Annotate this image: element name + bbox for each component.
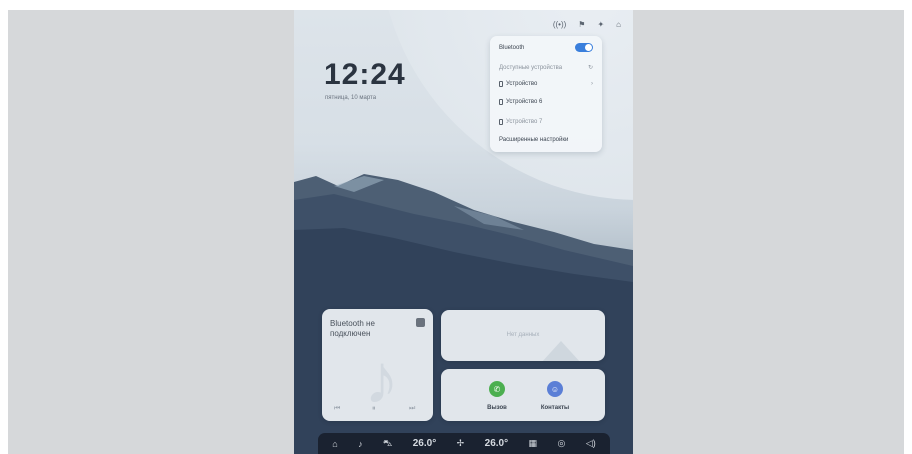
contacts-button[interactable]: ☺ Контакты (525, 381, 585, 411)
device-name: Устройство 6 (506, 99, 543, 105)
contacts-label: Контакты (540, 405, 570, 411)
phone-icon (499, 119, 503, 125)
flag-icon[interactable]: ⚑ (578, 20, 585, 29)
tablet-screen: ((•)) ⚑ ✦ ⌂ 12:24 пятница, 10 марта Blue… (294, 10, 633, 454)
settings-icon[interactable]: ✦ (597, 20, 604, 29)
car-icon[interactable]: ⛍ (383, 438, 392, 450)
fan-icon[interactable]: ✢ (457, 438, 465, 449)
phone-card: ✆ Вызов ☺ Контакты (441, 369, 605, 421)
profile-icon[interactable]: ⌂ (616, 20, 621, 29)
wifi-icon[interactable]: ((•)) (553, 20, 566, 29)
navigation-card[interactable]: Нет данных (441, 310, 605, 361)
music-icon[interactable]: ♪ (358, 439, 363, 449)
bluetooth-toggle[interactable] (575, 43, 593, 52)
bluetooth-panel: Bluetooth Доступные устройства ↻ Устройс… (490, 36, 602, 152)
call-button[interactable]: ✆ Вызов (467, 381, 527, 411)
media-title: Bluetooth не подключен (330, 319, 375, 338)
next-icon[interactable]: ⏭ (409, 405, 415, 413)
grid-icon[interactable]: ▦ (529, 438, 538, 449)
device-item[interactable]: Устройство 6 (499, 99, 542, 105)
bottom-dock: ⌂ ♪ ⛍ 26.0° ✢ 26.0° ▦ ◎ ◁) (318, 433, 610, 454)
call-label: Вызов (487, 405, 507, 411)
chevron-right-icon: › (591, 81, 593, 87)
volume-icon[interactable]: ◁) (586, 438, 596, 449)
previous-icon[interactable]: ⏮ (334, 405, 340, 413)
placeholder-graphic (541, 341, 581, 361)
bluetooth-title: Bluetooth (499, 44, 525, 51)
steering-icon[interactable]: ◎ (558, 438, 566, 449)
refresh-icon[interactable]: ↻ (588, 64, 593, 71)
settings-icon[interactable] (416, 318, 425, 327)
clock-time: 12:24 (324, 58, 406, 91)
media-card[interactable]: Bluetooth не подключен ♪ ⏮ ⏸ ⏭ (322, 309, 433, 421)
clock-date: пятница, 10 марта (325, 95, 377, 101)
device-name: Устройство (506, 81, 538, 87)
pause-icon[interactable]: ⏸ (372, 405, 376, 413)
temperature-left[interactable]: 26.0° (413, 438, 436, 449)
phone-icon: ✆ (489, 381, 505, 397)
device-item[interactable]: Устройство 7 (499, 119, 542, 125)
phone-icon (499, 81, 503, 87)
status-bar: ((•)) ⚑ ✦ ⌂ (553, 20, 621, 29)
music-note-icon: ♪ (364, 340, 399, 418)
phone-icon (499, 99, 503, 105)
no-data-text: Нет данных (506, 332, 540, 338)
available-devices-label: Доступные устройства (499, 64, 563, 71)
temperature-right[interactable]: 26.0° (485, 438, 508, 449)
device-item[interactable]: Устройство (499, 81, 537, 87)
device-name: Устройство 7 (506, 119, 543, 125)
home-icon[interactable]: ⌂ (332, 439, 337, 449)
contacts-icon: ☺ (547, 381, 563, 397)
advanced-settings-link[interactable]: Расширенные настройки (499, 137, 568, 143)
